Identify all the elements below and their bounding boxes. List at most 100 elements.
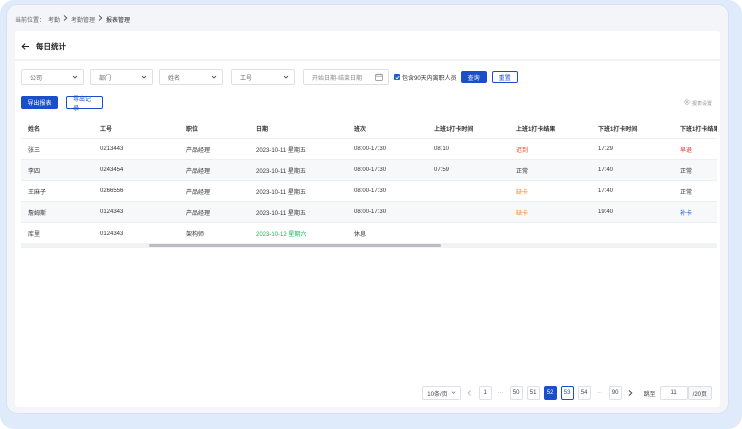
jump-label: 跳至 [643, 391, 656, 398]
action-bar: 导出报表 导出记录 [21, 96, 103, 112]
table-row[interactable]: 李四 0243454 产品经理 2023-10-11 星期五 08:00-17:… [21, 160, 717, 181]
cell-name: 李四 [28, 168, 41, 175]
breadcrumb-item-attendance[interactable]: 考勤 [48, 15, 60, 24]
breadcrumb-prefix: 当前位置： [15, 17, 46, 24]
cell-employee-id: 0124343 [100, 209, 124, 215]
page-size-value: 10条/页 [427, 391, 448, 398]
query-button[interactable]: 查询 [460, 71, 487, 83]
page-size-select[interactable]: 10条/页 [422, 386, 461, 400]
name-select[interactable]: 姓名 [159, 69, 223, 85]
column-header: 上班1打卡结果 [516, 127, 556, 133]
cell-clock-out-result: 补卡 [680, 210, 693, 217]
cell-name: 库里 [28, 232, 41, 238]
table-row[interactable]: 詹姆斯 0124343 产品经理 2023-10-11 星期五 08:00-17… [21, 202, 717, 223]
include-resigned-checkbox[interactable] [394, 74, 400, 80]
cell-clock-out-time: 17:40 [598, 167, 614, 173]
table-header: 姓名 工号 职位 日期 班次 上班1打卡时间 上班1打卡结果 下班1打卡时间 下… [21, 119, 717, 139]
column-header: 工号 [100, 127, 113, 133]
column-header: 职位 [186, 127, 199, 133]
cell-name: 张三 [28, 147, 41, 154]
include-resigned-option[interactable]: 包含90天内离职人员 [394, 73, 457, 82]
settings-icon [684, 99, 690, 107]
title-row: 每日统计 [21, 40, 66, 52]
cell-employee-id: 0213443 [100, 146, 124, 152]
next-page-button[interactable] [626, 386, 636, 400]
main-panel: 每日统计 公司 部门 姓名 工号 开始日期-结束日期 包含90天内离职人员 查询… [15, 31, 720, 407]
column-header: 姓名 [28, 127, 41, 133]
scrollbar-thumb[interactable] [149, 244, 441, 247]
company-select[interactable]: 公司 [21, 69, 84, 85]
column-header: 上班1打卡时间 [434, 127, 474, 133]
cell-position: 产品经理 [186, 147, 211, 154]
date-range-picker[interactable]: 开始日期-结束日期 [303, 69, 389, 85]
total-pages: /20页 [687, 386, 712, 400]
report-settings-label: 报表设置 [691, 100, 712, 107]
pagination-ellipsis[interactable]: ··· [595, 386, 605, 400]
daily-stats-table: 姓名 工号 职位 日期 班次 上班1打卡时间 上班1打卡结果 下班1打卡时间 下… [21, 119, 717, 244]
company-select-placeholder: 公司 [30, 75, 43, 82]
cell-date: 2023-10-12 星期六 [256, 232, 307, 238]
page-button[interactable]: 54 [577, 386, 591, 400]
employee-id-select-placeholder: 工号 [240, 75, 253, 82]
horizontal-scrollbar[interactable] [21, 243, 717, 248]
cell-clock-out-time: 17:29 [598, 146, 614, 152]
chevron-down-icon [211, 74, 217, 80]
cell-shift: 休息 [354, 232, 367, 238]
cell-position: 架构师 [186, 232, 205, 238]
date-range-placeholder: 开始日期-结束日期 [312, 75, 362, 82]
filter-bar: 公司 部门 姓名 工号 开始日期-结束日期 包含90天内离职人员 查询 重置 [21, 69, 518, 85]
device-frame: 当前位置： 考勤 考勤管理 报表管理 每日统计 公司 部门 姓名 工号 开始日期… [0, 0, 742, 429]
column-header: 班次 [354, 127, 367, 133]
cell-employee-id: 0124343 [100, 230, 124, 237]
page-button[interactable]: 1 [478, 386, 492, 400]
breadcrumb-item-attendance-management[interactable]: 考勤管理 [71, 15, 95, 24]
report-settings-link[interactable]: 报表设置 [684, 99, 712, 107]
column-header: 下班1打卡时间 [598, 127, 638, 133]
cell-clock-in-result: 正常 [516, 168, 529, 175]
cell-clock-in-result: 缺卡 [516, 189, 529, 196]
employee-id-select[interactable]: 工号 [231, 69, 295, 85]
page-title: 每日统计 [36, 41, 66, 51]
pagination-ellipsis[interactable]: ··· [496, 386, 506, 400]
page-button[interactable]: 90 [608, 386, 622, 400]
cell-date: 2023-10-11 星期五 [256, 168, 306, 175]
cell-position: 产品经理 [186, 189, 211, 196]
cell-position: 产品经理 [186, 168, 211, 175]
cell-date: 2023-10-11 星期五 [256, 210, 306, 217]
cell-clock-out-time: 17:40 [598, 188, 614, 194]
chevron-right-icon [63, 15, 68, 23]
page-button[interactable]: 51 [526, 386, 540, 400]
export-records-button[interactable]: 导出记录 [66, 96, 103, 112]
chevron-down-icon [451, 390, 456, 397]
cell-clock-out-result: 正常 [680, 189, 693, 196]
page-button[interactable]: 53 [560, 386, 574, 400]
reset-button[interactable]: 重置 [491, 71, 518, 83]
cell-clock-in-time: 07:59 [434, 167, 450, 173]
cell-clock-out-result: 早退 [680, 147, 693, 154]
cell-position: 产品经理 [186, 210, 211, 217]
name-select-placeholder: 姓名 [168, 75, 181, 82]
jump-page-input[interactable]: 11 [659, 386, 688, 400]
export-report-button[interactable]: 导出报表 [21, 96, 58, 109]
cell-shift: 08:00-17:30 [354, 188, 387, 194]
table-row[interactable]: 库里 0124343 架构师 2023-10-12 星期六 休息 [21, 223, 717, 244]
department-select-placeholder: 部门 [99, 75, 112, 82]
cell-clock-in-time: 08:10 [434, 146, 450, 152]
chevron-down-icon [283, 74, 289, 80]
department-select[interactable]: 部门 [90, 69, 153, 85]
arrow-left-icon[interactable] [21, 42, 30, 51]
table-row[interactable]: 王麻子 0266556 产品经理 2023-10-11 星期五 08:00-17… [21, 181, 717, 202]
cell-date: 2023-10-11 星期五 [256, 189, 306, 196]
page-button-current[interactable]: 52 [543, 386, 557, 400]
chevron-down-icon [141, 74, 147, 80]
pagination: 10条/页 1 ··· 50 51 52 53 54 ··· 90 跳至 11 … [422, 386, 712, 400]
prev-page-button[interactable] [465, 386, 475, 400]
cell-shift: 08:00-17:30 [354, 209, 387, 215]
column-header: 日期 [256, 127, 269, 133]
page-button[interactable]: 50 [509, 386, 523, 400]
breadcrumb-item-report-management: 报表管理 [106, 17, 131, 24]
app-window: 当前位置： 考勤 考勤管理 报表管理 每日统计 公司 部门 姓名 工号 开始日期… [7, 5, 728, 413]
include-resigned-label: 包含90天内离职人员 [402, 75, 457, 82]
cell-date: 2023-10-11 星期五 [256, 147, 306, 154]
table-row[interactable]: 张三 0213443 产品经理 2023-10-11 星期五 08:00-17:… [21, 139, 717, 160]
